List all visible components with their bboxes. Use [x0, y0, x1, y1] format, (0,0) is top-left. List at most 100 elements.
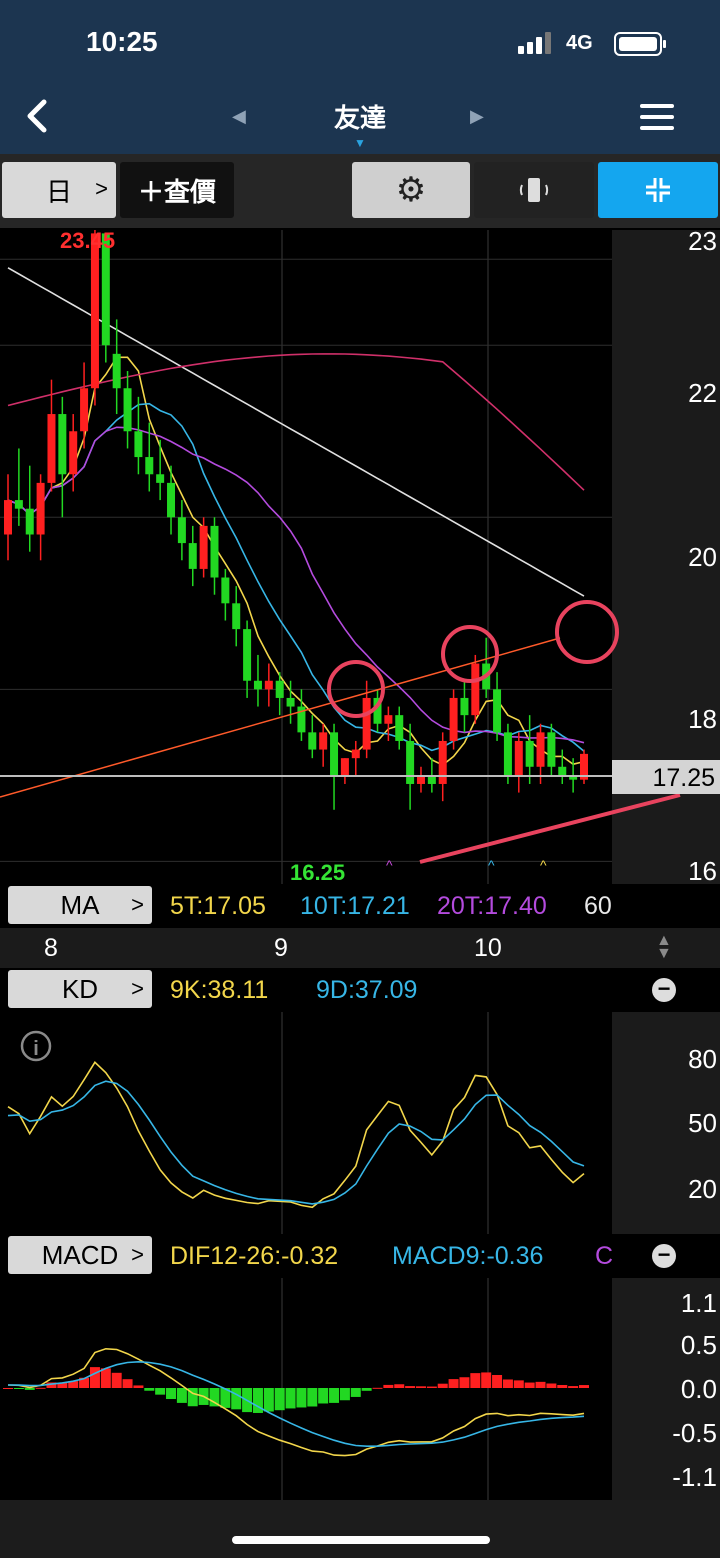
ma-legend: MA > 5T:17.05 10T:17.21 20T:17.40 60: [0, 884, 720, 928]
candle-body: [134, 431, 143, 458]
signal-icon: [518, 30, 558, 54]
status-bar: 10:25 4G: [0, 0, 720, 86]
nav-bar: ◀ 友達 ▼ ▶: [0, 86, 720, 154]
fullscreen-button[interactable]: [598, 162, 718, 218]
candle-body: [340, 758, 349, 776]
home-indicator[interactable]: [232, 1536, 490, 1544]
candle-body: [406, 740, 415, 784]
marker-caret-2: ^: [488, 857, 495, 873]
macd-osc-bar: [448, 1379, 459, 1388]
macd-tick: -0.5: [672, 1418, 717, 1448]
candle-body: [536, 732, 545, 767]
candle-body: [503, 732, 512, 776]
macd-tick: 1.1: [681, 1288, 717, 1318]
macd-chart[interactable]: 1.1 0.5 0.0 -0.5 -1.1: [0, 1278, 720, 1500]
macd-osc-bar: [13, 1388, 24, 1389]
date-label: 10: [474, 934, 502, 962]
candle-body: [558, 766, 567, 776]
kd-chevron: >: [131, 976, 144, 1001]
ma-selector[interactable]: MA >: [8, 886, 152, 924]
current-price-label: 17.25: [652, 764, 715, 792]
macd-osc-bar: [155, 1388, 166, 1395]
macd-tick: 0.5: [681, 1330, 717, 1360]
macd-osc-bar: [329, 1388, 340, 1403]
candle-body: [319, 732, 328, 750]
price-tick: 20: [688, 542, 717, 572]
kd-chart[interactable]: i 80 50 20: [0, 1012, 720, 1234]
macd-osc-value: C: [595, 1242, 614, 1270]
candle-body: [330, 732, 339, 776]
kd-selector[interactable]: KD >: [8, 970, 152, 1008]
period-selector[interactable]: 日 >: [2, 162, 116, 218]
candle-body: [58, 414, 67, 475]
caret-down-icon: ▼: [354, 136, 366, 150]
candle-body: [156, 474, 165, 483]
rotate-icon: [519, 178, 549, 202]
candle-body: [221, 577, 230, 604]
macd-osc-bar: [263, 1388, 274, 1412]
candle-body: [384, 715, 393, 724]
ma-chevron: >: [131, 892, 144, 917]
quote-button[interactable]: ＋查價: [120, 162, 234, 218]
macd-osc-bar: [133, 1385, 144, 1388]
low-price-label: 16.25: [290, 860, 345, 884]
ma-label: MA: [60, 889, 100, 920]
candle-body: [14, 500, 23, 509]
candle-body: [351, 749, 360, 759]
price-chart[interactable]: 17.25 23.45 16.25 ^ ^ ^ 23 22 20 18 16: [0, 220, 720, 886]
macd-dif-line: [7, 1347, 585, 1457]
hamburger-menu-icon[interactable]: [640, 104, 674, 137]
candle-body: [286, 697, 295, 707]
candle-body: [199, 525, 208, 569]
stock-title[interactable]: 友達: [0, 98, 720, 135]
macd-osc-bar: [524, 1382, 535, 1388]
macd-signal-line: [7, 1360, 585, 1447]
next-stock-button[interactable]: ▶: [470, 106, 484, 127]
home-indicator-area: [0, 1500, 720, 1558]
macd-osc-bar: [122, 1379, 133, 1388]
candle-body: [47, 414, 56, 483]
macd-osc-bar: [361, 1388, 372, 1391]
candle-body: [514, 740, 523, 776]
candle-body: [90, 233, 99, 389]
macd-osc-bar: [350, 1388, 361, 1397]
info-icon-glyph: i: [33, 1038, 39, 1060]
macd-selector[interactable]: MACD >: [8, 1236, 152, 1274]
macd-osc-bar: [470, 1373, 481, 1388]
macd-chevron: >: [131, 1242, 144, 1267]
candle-body: [177, 517, 186, 544]
battery-icon: [614, 32, 666, 56]
macd-remove-button[interactable]: −: [652, 1244, 676, 1268]
macd-osc-bar: [89, 1367, 100, 1388]
candle-body: [36, 482, 45, 535]
kd-d-line: [7, 1080, 585, 1205]
price-tick: 23: [688, 230, 717, 256]
macd-osc-bar: [405, 1386, 416, 1388]
candle-body: [438, 740, 447, 784]
candle-body: [547, 732, 556, 767]
macd-osc-bar: [383, 1384, 394, 1388]
candle-body: [493, 689, 502, 733]
date-label: 9: [274, 934, 288, 962]
settings-button[interactable]: ⚙: [352, 162, 470, 218]
network-type: 4G: [566, 32, 593, 54]
date-axis: 8 9 10 ▲ ▼: [0, 928, 720, 968]
candle-body: [69, 431, 78, 475]
date-label: 8: [44, 934, 58, 962]
macd-osc-bar: [307, 1388, 318, 1407]
resize-handle-icon[interactable]: ▲ ▼: [656, 933, 672, 962]
macd-osc-bar: [111, 1372, 122, 1388]
kd-remove-button[interactable]: −: [652, 978, 676, 1002]
macd-osc-bar: [339, 1388, 350, 1401]
macd-osc-bar: [568, 1386, 579, 1388]
rotate-button[interactable]: [474, 162, 594, 218]
macd-osc-bar: [176, 1388, 187, 1403]
macd-osc-bar: [437, 1383, 448, 1388]
macd-osc-bar: [492, 1374, 503, 1388]
candle-body: [167, 482, 176, 518]
ma20-value: 20T:17.40: [437, 892, 547, 920]
macd-tick: -1.1: [672, 1462, 717, 1492]
macd-osc-bar: [3, 1388, 13, 1389]
kd-tick: 80: [688, 1044, 717, 1074]
marker-caret-3: ^: [540, 857, 547, 873]
